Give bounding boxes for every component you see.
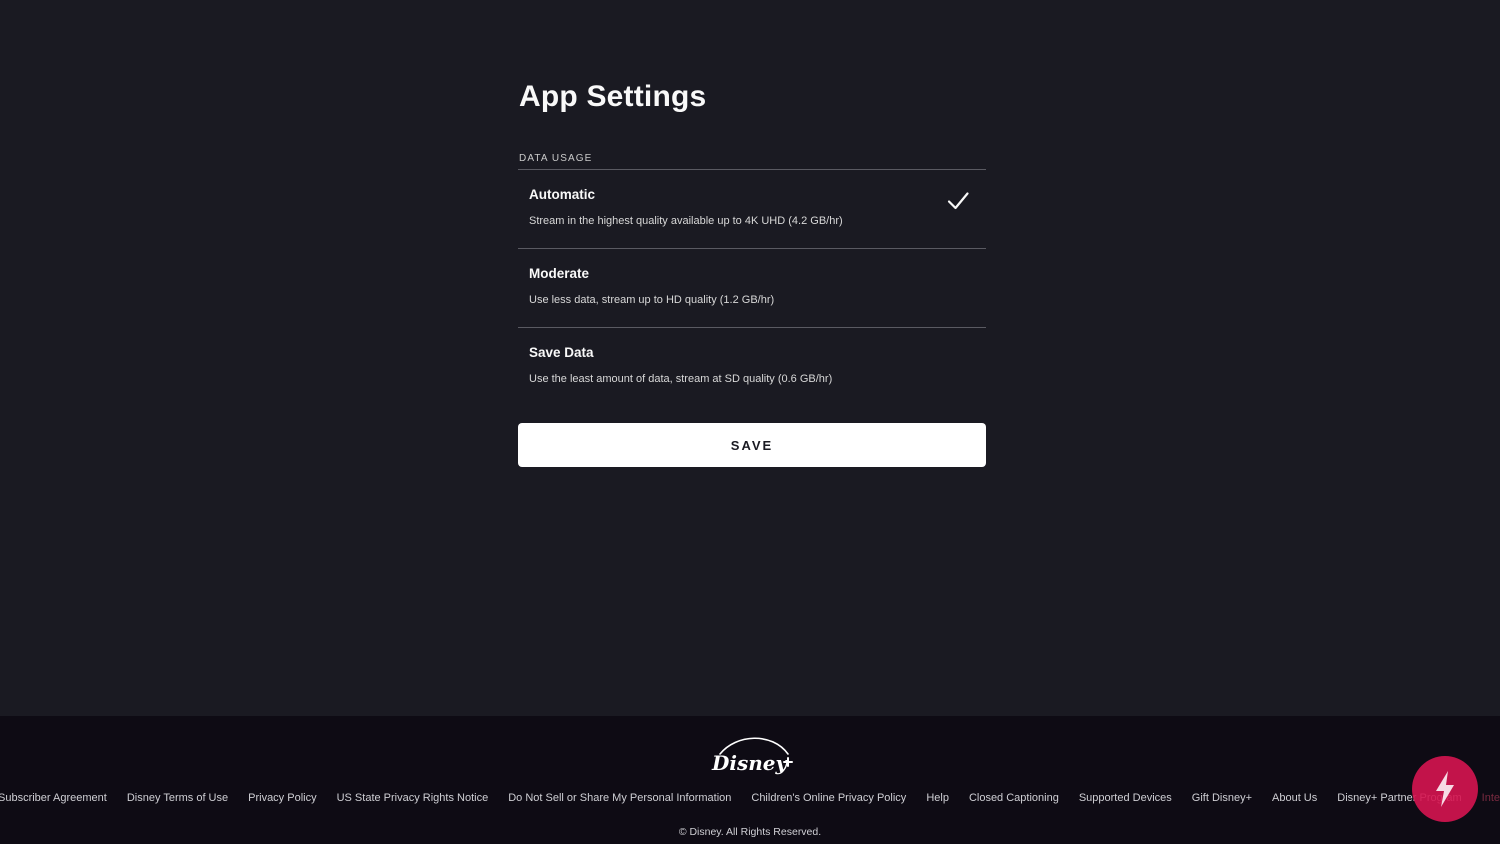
option-save-data[interactable]: Save Data Use the least amount of data, … xyxy=(518,327,986,406)
disney-plus-logo[interactable]: Disney xyxy=(708,732,798,780)
footer: Disney Subscriber Agreement Disney Terms… xyxy=(0,716,1500,844)
footer-link-subscriber-agreement[interactable]: Subscriber Agreement xyxy=(0,792,107,804)
svg-text:Disney: Disney xyxy=(711,751,788,775)
option-moderate-name: Moderate xyxy=(529,266,590,281)
footer-links: Subscriber Agreement Disney Terms of Use… xyxy=(0,792,1500,804)
option-automatic-name: Automatic xyxy=(529,187,596,202)
footer-link-supported-devices[interactable]: Supported Devices xyxy=(1079,792,1172,804)
checkmark-icon xyxy=(947,192,969,210)
footer-link-childrens-privacy[interactable]: Children's Online Privacy Policy xyxy=(751,792,906,804)
lightning-bolt-icon xyxy=(1436,771,1454,807)
page-title: App Settings xyxy=(519,80,707,113)
copyright-text: © Disney. All Rights Reserved. xyxy=(678,826,822,838)
save-button[interactable]: SAVE xyxy=(518,423,986,467)
footer-link-terms-of-use[interactable]: Disney Terms of Use xyxy=(127,792,228,804)
footer-link-about-us[interactable]: About Us xyxy=(1272,792,1317,804)
option-automatic[interactable]: Automatic Stream in the highest quality … xyxy=(518,169,986,248)
option-automatic-description: Stream in the highest quality available … xyxy=(529,215,843,227)
data-usage-options: Automatic Stream in the highest quality … xyxy=(518,169,986,406)
footer-link-privacy-policy[interactable]: Privacy Policy xyxy=(248,792,316,804)
data-usage-section-label: DATA USAGE xyxy=(519,153,593,164)
option-save-data-description: Use the least amount of data, stream at … xyxy=(529,373,833,385)
option-moderate[interactable]: Moderate Use less data, stream up to HD … xyxy=(518,248,986,327)
footer-link-help[interactable]: Help xyxy=(926,792,949,804)
footer-link-do-not-sell[interactable]: Do Not Sell or Share My Personal Informa… xyxy=(508,792,731,804)
option-moderate-description: Use less data, stream up to HD quality (… xyxy=(529,294,775,306)
footer-link-gift-disney-plus[interactable]: Gift Disney+ xyxy=(1192,792,1252,804)
footer-link-interest-based-ads[interactable]: Interest-based Ads xyxy=(1482,792,1500,804)
footer-link-us-state-privacy[interactable]: US State Privacy Rights Notice xyxy=(337,792,489,804)
footer-link-closed-captioning[interactable]: Closed Captioning xyxy=(969,792,1059,804)
option-save-data-name: Save Data xyxy=(529,345,594,360)
floating-action-button[interactable] xyxy=(1412,756,1478,822)
